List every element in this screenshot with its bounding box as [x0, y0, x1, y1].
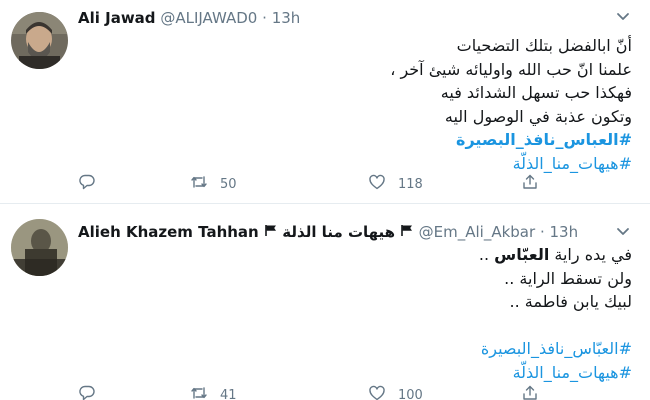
tweet-header: Alieh Khazem Tahhan هيهات منا الذلة @Em_…	[78, 221, 610, 243]
tweet-actions: 50 118	[78, 174, 548, 194]
display-name-suffix[interactable]: هيهات منا الذلة	[282, 223, 395, 241]
flag-icon	[400, 222, 414, 244]
avatar[interactable]	[11, 12, 68, 69]
avatar[interactable]	[11, 219, 68, 276]
hashtag-link[interactable]: #العبّاس_نافذ_البصيرة	[479, 337, 632, 361]
tweet-line: لبيك يابن فاطمة ..	[509, 292, 633, 311]
like-count: 118	[398, 176, 423, 192]
like-count: 100	[398, 387, 423, 400]
tweet-1[interactable]: Ali Jawad @ALIJAWAD0 · 13h أنّ ابالفضل ب…	[0, 0, 650, 204]
like-button[interactable]: 118	[368, 174, 423, 194]
text-bold: العبّاس	[494, 245, 550, 264]
share-button[interactable]	[521, 174, 539, 194]
retweet-button[interactable]: 41	[190, 385, 237, 400]
reply-icon	[78, 384, 96, 400]
share-icon	[521, 384, 539, 400]
share-button[interactable]	[521, 385, 539, 400]
tweet-line: وتكون عذبة في الوصول اليه	[444, 106, 632, 126]
separator: ·	[539, 223, 545, 241]
handle[interactable]: @ALIJAWAD0	[160, 9, 257, 27]
flag-icon	[264, 222, 278, 244]
text-span: ..	[478, 245, 495, 264]
retweet-count: 41	[220, 387, 237, 400]
tweet-header: Ali Jawad @ALIJAWAD0 · 13h	[78, 7, 610, 29]
tweet-actions: 41 100	[78, 385, 548, 400]
retweet-count: 50	[220, 176, 237, 192]
like-icon	[368, 173, 386, 195]
tweet-line: علمنا انّ حب الله واوليائه شيئ آخر ،	[390, 59, 632, 79]
reply-icon	[78, 173, 96, 195]
tweet-line: في يده راية العبّاس ..	[479, 243, 632, 267]
tweet-line: فهكذا حب تسهل الشدائد فيه	[440, 83, 632, 102]
timestamp[interactable]: 13h	[550, 223, 579, 241]
tweet-line: أنّ ابالفضل بتلك التضحيات	[456, 36, 632, 55]
caret-down-icon[interactable]	[614, 8, 632, 26]
text-span: في يده راية	[549, 245, 632, 264]
hashtag-link[interactable]: #هيهات_منا_الذلّة	[479, 361, 632, 385]
hashtag-link[interactable]: #هيهات_منا_الذلّة	[390, 152, 632, 176]
share-icon	[521, 173, 539, 195]
tweet-line: ولن تسقط الراية ..	[504, 268, 632, 288]
like-button[interactable]: 100	[368, 385, 423, 400]
handle[interactable]: @Em_Ali_Akbar	[419, 223, 536, 241]
hashtag-link[interactable]: #العباس_نافذ_البصيرة	[390, 128, 632, 152]
timestamp[interactable]: 13h	[272, 9, 301, 27]
retweet-icon	[190, 173, 208, 195]
like-icon	[368, 384, 386, 400]
tweet-2[interactable]: Alieh Khazem Tahhan هيهات منا الذلة @Em_…	[0, 205, 650, 400]
tweet-text: في يده راية العبّاس .. ولن تسقط الراية .…	[479, 243, 632, 384]
reply-button[interactable]	[78, 385, 108, 400]
tweet-text: أنّ ابالفضل بتلك التضحيات علمنا انّ حب ا…	[390, 34, 632, 175]
retweet-icon	[190, 384, 208, 400]
display-name[interactable]: Ali Jawad	[78, 9, 156, 27]
caret-down-icon[interactable]	[614, 223, 632, 241]
display-name[interactable]: Alieh Khazem Tahhan	[78, 223, 259, 241]
separator: ·	[262, 9, 267, 27]
reply-button[interactable]	[78, 174, 108, 194]
retweet-button[interactable]: 50	[190, 174, 237, 194]
